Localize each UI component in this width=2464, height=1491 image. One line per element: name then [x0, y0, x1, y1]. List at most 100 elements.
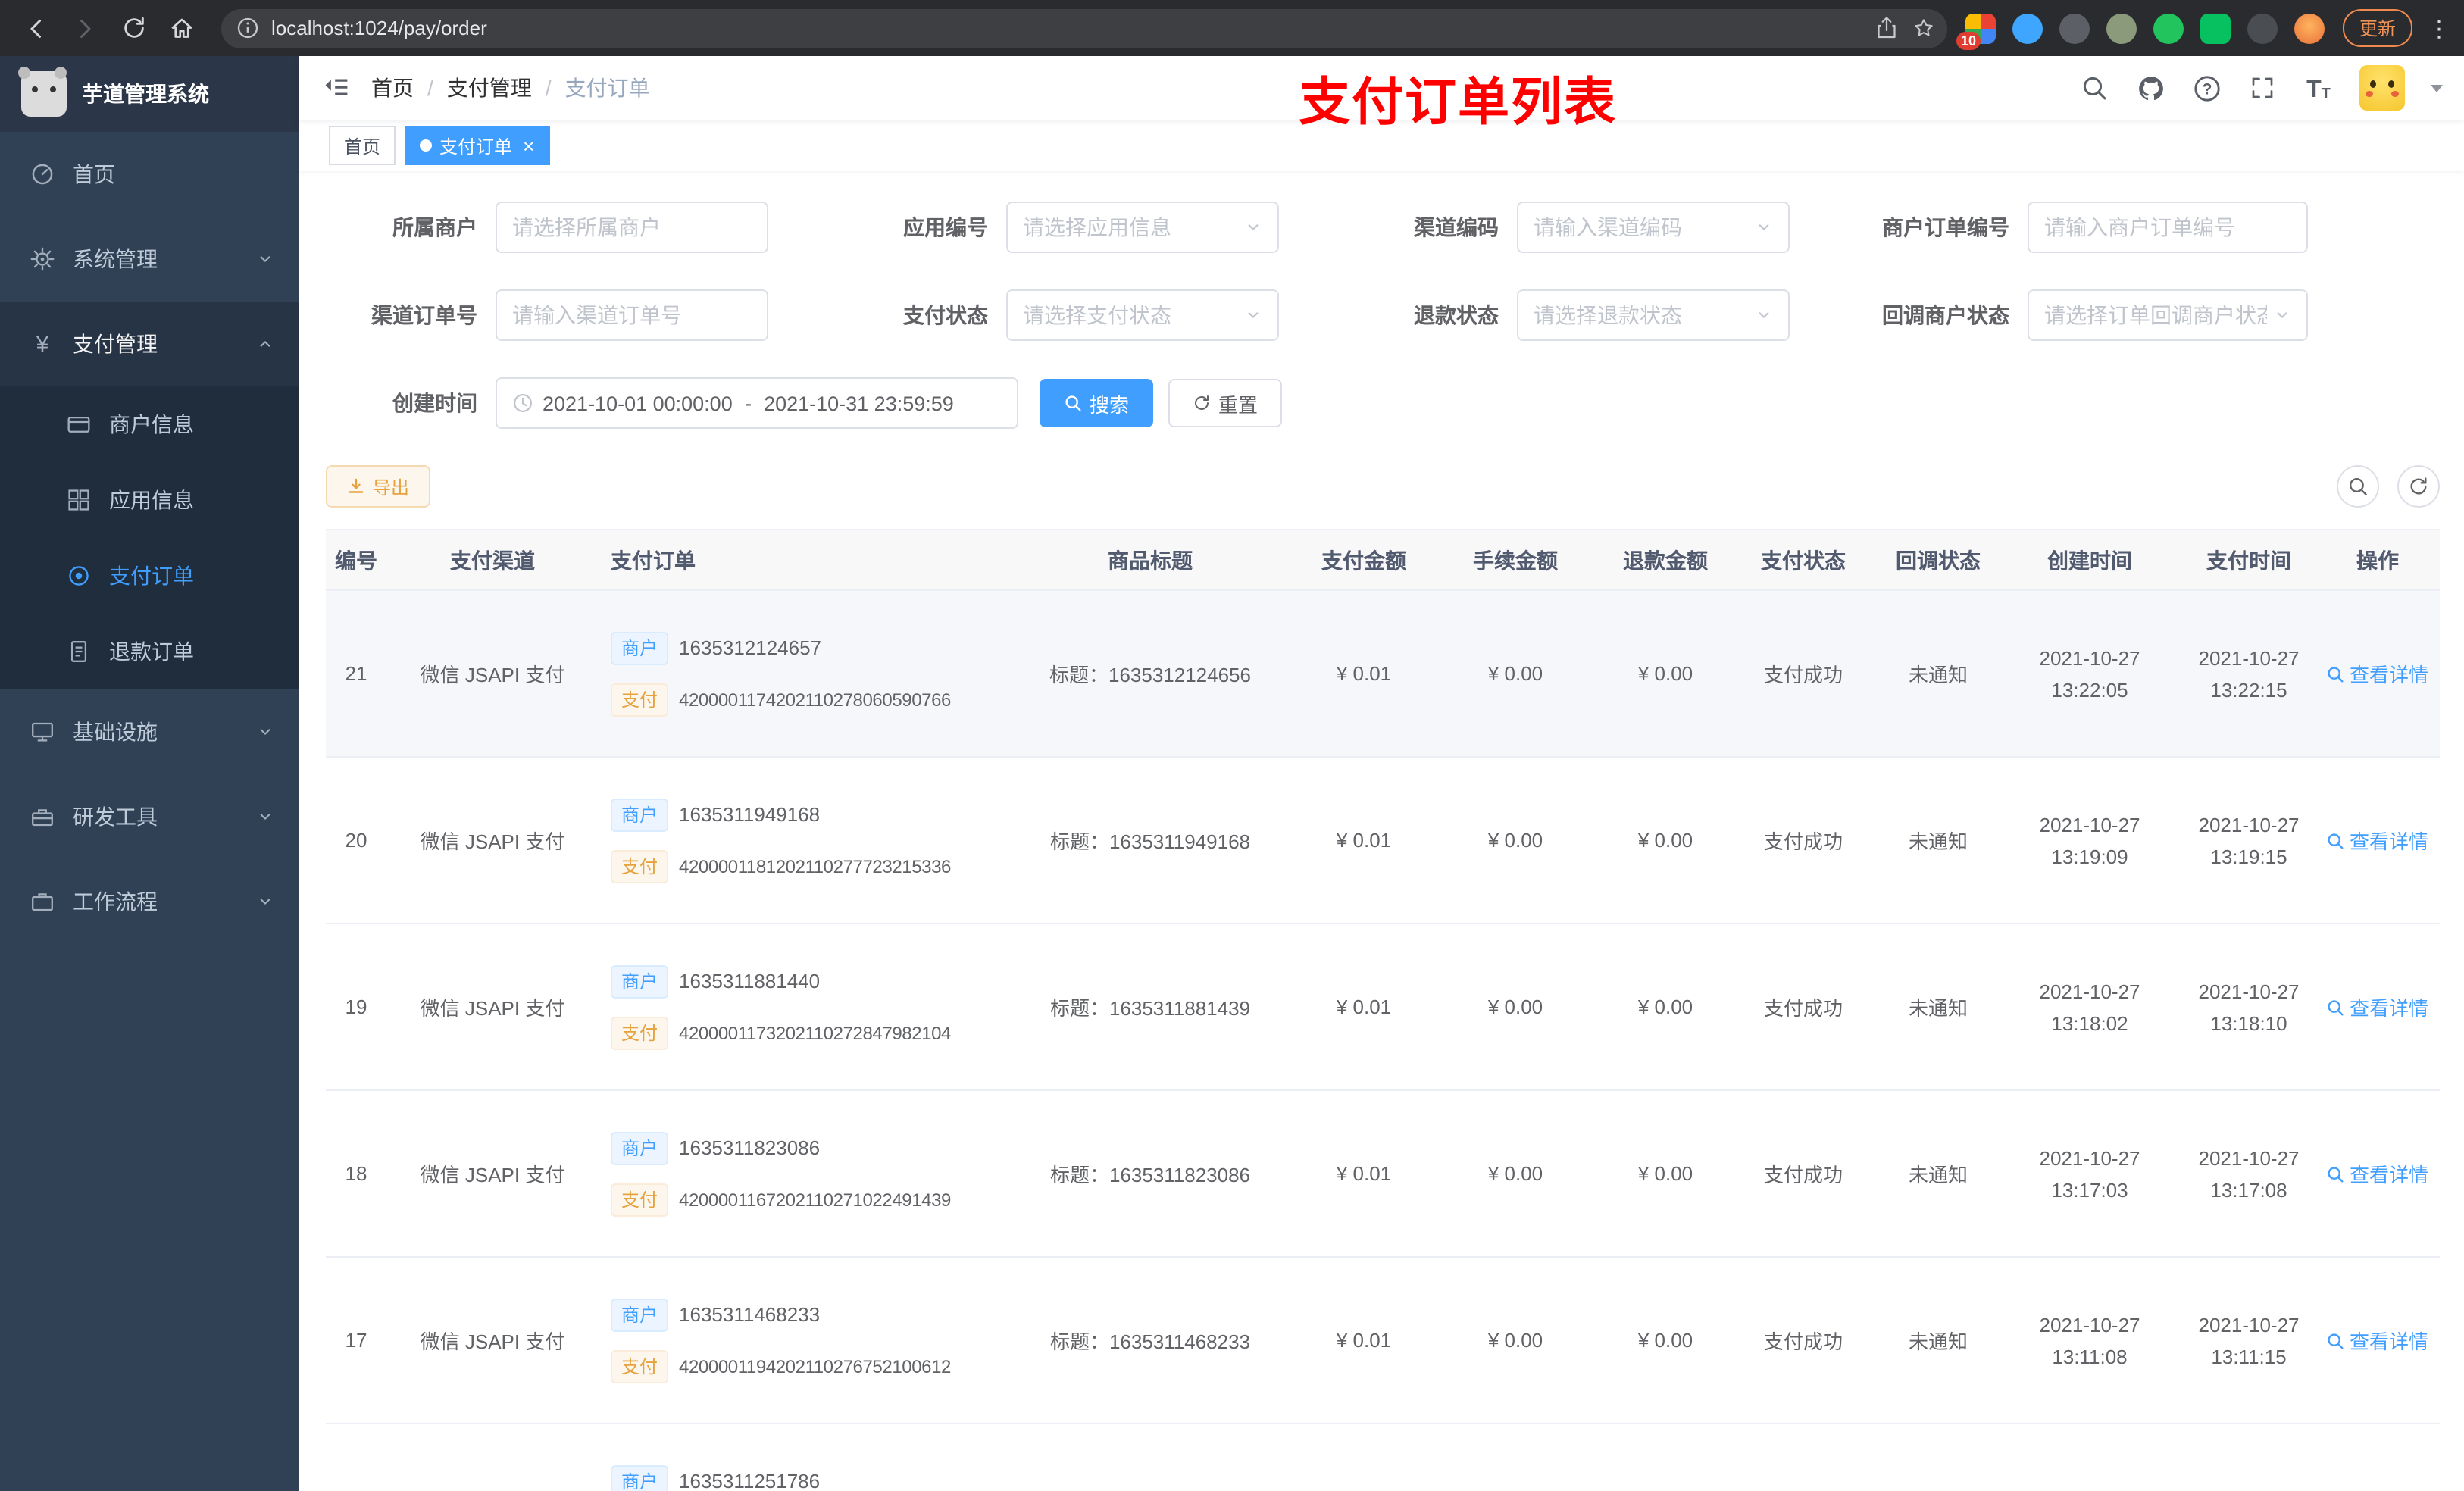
refresh-table-icon[interactable] [2397, 465, 2440, 508]
sidebar-item-pay-order[interactable]: 支付订单 [0, 538, 299, 614]
browser-update-button[interactable]: 更新 [2342, 9, 2412, 47]
chevron-down-icon [1755, 306, 1773, 324]
sidebar-item-workflow[interactable]: 工作流程 [0, 859, 299, 944]
home-icon[interactable] [161, 7, 203, 49]
sidebar-fold-icon[interactable] [317, 68, 356, 108]
user-avatar[interactable] [2359, 65, 2405, 111]
cell-status: 支付成功 [1763, 830, 1843, 853]
reload-icon[interactable] [112, 7, 155, 49]
app-no-select[interactable]: 请选择应用信息 [1006, 202, 1279, 253]
cell-fee: ¥ 0.00 [1487, 1162, 1543, 1185]
back-icon[interactable] [15, 7, 58, 49]
pay-badge: 支付 [611, 683, 669, 716]
sidebar-item-dev-tools[interactable]: 研发工具 [0, 774, 299, 859]
pay-transaction-no: 4200001167202110271022491439 [679, 1189, 952, 1210]
table-row: 18 微信 JSAPI 支付 商户 1635311823086 支付 42000… [326, 1091, 2440, 1258]
merchant-order-no: 1635311823086 [679, 1136, 821, 1159]
cell-create-time: 2021-10-27 13:18:02 [2039, 980, 2140, 1034]
chevron-down-icon [256, 808, 274, 826]
table-body: 21 微信 JSAPI 支付 商户 1635312124657 支付 42000… [326, 591, 2440, 1491]
tag-pay-order[interactable]: 支付订单 × [405, 126, 550, 165]
extension-icon-green-square[interactable] [2200, 13, 2231, 43]
toggle-search-icon[interactable] [2337, 465, 2379, 508]
search-button[interactable]: 搜索 [1040, 379, 1154, 427]
cell-status: 支付成功 [1763, 997, 1843, 1020]
cell-channel: 微信 JSAPI 支付 [420, 1330, 565, 1353]
cell-amount: ¥ 0.01 [1336, 996, 1392, 1018]
reset-button[interactable]: 重置 [1168, 379, 1283, 427]
cell-amount: ¥ 0.01 [1336, 1329, 1392, 1352]
sidebar-item-home[interactable]: 首页 [0, 132, 299, 217]
channel-order-no-input[interactable] [496, 289, 768, 341]
search-icon[interactable] [2079, 73, 2109, 103]
tag-home[interactable]: 首页 [329, 126, 396, 165]
cell-pay-order: 商户 1635311823086 支付 42000011672021102710… [599, 1131, 1000, 1216]
cell-action: 查看详情 [2315, 659, 2440, 688]
profile-avatar-icon[interactable] [2294, 13, 2325, 43]
view-detail-link[interactable]: 查看详情 [2327, 826, 2428, 855]
cell-notify: 未通知 [1908, 997, 1968, 1020]
chevron-down-icon [2273, 306, 2291, 324]
pay-badge: 支付 [611, 1183, 669, 1216]
cell-status: 支付成功 [1763, 664, 1843, 686]
cell-id: 18 [345, 1162, 367, 1185]
cell-fee: ¥ 0.00 [1487, 1329, 1543, 1352]
extension-icon-blue[interactable] [2012, 13, 2043, 43]
site-info-icon[interactable] [236, 17, 259, 39]
sidebar-item-app-info[interactable]: 应用信息 [0, 462, 299, 538]
font-size-icon[interactable]: TT [2303, 73, 2334, 103]
notify-status-select[interactable]: 请选择订单回调商户状态 [2028, 289, 2308, 341]
refund-status-select[interactable]: 请选择退款状态 [1517, 289, 1790, 341]
tag-close-icon[interactable]: × [523, 136, 534, 155]
view-detail-link[interactable]: 查看详情 [2327, 659, 2428, 688]
address-bar[interactable]: localhost:1024/pay/order [221, 8, 1947, 48]
create-time-range-picker[interactable]: 2021-10-01 00:00:00 - 2021-10-31 23:59:5… [496, 377, 1018, 429]
url-text: localhost:1024/pay/order [271, 17, 487, 39]
pay-badge: 支付 [611, 1349, 669, 1383]
view-detail-link[interactable]: 查看详情 [2327, 1326, 2428, 1355]
view-detail-link[interactable]: 查看详情 [2327, 1159, 2428, 1188]
merchant-order-no: 1635311881440 [679, 970, 821, 992]
forward-icon[interactable] [64, 7, 106, 49]
cell-pay-order: 商户 1635312124657 支付 42000011742021102780… [599, 631, 1000, 716]
breadcrumb-current: 支付订单 [564, 76, 650, 100]
breadcrumb-payment[interactable]: 支付管理 [447, 73, 532, 103]
browser-menu-icon[interactable]: ⋮ [2428, 14, 2450, 42]
target-icon [67, 564, 91, 588]
orders-table: 编号 支付渠道 支付订单 商品标题 支付金额 手续金额 退款金额 支付状态 回调… [326, 529, 2440, 1491]
cell-refund: ¥ 0.00 [1637, 1329, 1693, 1352]
fullscreen-icon[interactable] [2247, 73, 2278, 103]
filter-label-merchant: 所属商户 [392, 215, 477, 239]
merchant-input[interactable] [496, 202, 768, 253]
cell-title: 标题：1635311881439 [1049, 997, 1251, 1020]
extension-badge: 10 [1956, 31, 1981, 49]
view-detail-link[interactable]: 查看详情 [2327, 992, 2428, 1021]
share-icon[interactable] [1876, 17, 1897, 39]
cell-create-time: 2021-10-27 13:17:03 [2039, 1146, 2140, 1201]
extension-icon-palette[interactable]: 10 [1956, 13, 1996, 49]
extension-icon-dark[interactable] [2247, 13, 2278, 43]
cell-amount: ¥ 0.01 [1336, 662, 1392, 685]
cell-title: 标题：1635311823086 [1049, 1164, 1251, 1186]
avatar-caret-icon[interactable] [2431, 84, 2443, 92]
sidebar-item-infra[interactable]: 基础设施 [0, 689, 299, 774]
page-title-annotation: 支付订单列表 [1299, 74, 1617, 132]
github-icon[interactable] [2135, 73, 2165, 103]
extension-icon-gray[interactable] [2059, 13, 2090, 43]
sidebar-item-payment[interactable]: ¥ 支付管理 [0, 302, 299, 386]
sidebar-item-merchant-info[interactable]: 商户信息 [0, 386, 299, 462]
extension-icon-olive[interactable] [2106, 13, 2137, 43]
sidebar-item-refund-order[interactable]: 退款订单 [0, 614, 299, 689]
merchant-order-no-input[interactable] [2028, 202, 2308, 253]
breadcrumb-home[interactable]: 首页 [371, 73, 414, 103]
bookmark-star-icon[interactable] [1912, 17, 1935, 39]
cell-title: 标题：1635311949168 [1049, 830, 1251, 853]
channel-code-select[interactable]: 请输入渠道编码 [1517, 202, 1790, 253]
extension-icon-green-circle[interactable] [2153, 13, 2184, 43]
yen-icon: ¥ [36, 331, 49, 357]
sidebar-item-system[interactable]: 系统管理 [0, 217, 299, 302]
export-button[interactable]: 导出 [326, 465, 431, 508]
gear-icon [30, 247, 55, 271]
pay-status-select[interactable]: 请选择支付状态 [1006, 289, 1279, 341]
help-icon[interactable]: ? [2191, 73, 2222, 103]
